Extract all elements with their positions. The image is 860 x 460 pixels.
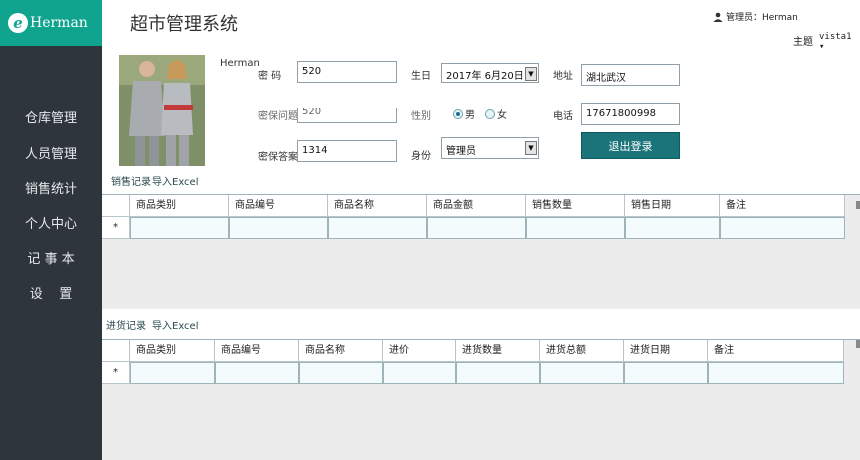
- purchase-col-price[interactable]: 进价: [383, 340, 456, 362]
- chevron-down-icon: ▾: [819, 42, 825, 52]
- theme-value: vista1: [819, 32, 852, 42]
- table-cell[interactable]: [229, 217, 328, 239]
- scroll-up-icon[interactable]: [856, 340, 860, 348]
- sales-grid: 商品类别 商品编号 商品名称 商品金额 销售数量 销售日期 备注 *: [102, 194, 860, 309]
- gender-female-radio[interactable]: 女: [485, 106, 507, 121]
- page-title: 超市管理系统: [130, 14, 238, 35]
- redaction-mask: [234, 88, 572, 108]
- gender-male-label: 男: [465, 110, 475, 121]
- sidebar-item-warehouse[interactable]: 仓库管理: [0, 104, 102, 134]
- password-label: 密 码: [258, 71, 282, 82]
- birthday-value: 2017年 6月20日: [446, 71, 524, 82]
- purchase-export-excel-link[interactable]: 导入Excel: [152, 317, 199, 332]
- logo-text: Herman: [30, 15, 88, 31]
- role-value: 管理员: [446, 146, 476, 157]
- table-cell[interactable]: [526, 217, 625, 239]
- table-cell[interactable]: [215, 362, 299, 384]
- address-label: 地址: [553, 71, 573, 82]
- table-cell[interactable]: [624, 362, 708, 384]
- table-cell[interactable]: [625, 217, 720, 239]
- radio-unchecked-icon: [485, 108, 495, 119]
- purchase-col-name[interactable]: 商品名称: [299, 340, 383, 362]
- table-cell[interactable]: [708, 362, 844, 384]
- table-cell[interactable]: [720, 217, 845, 239]
- app-window: e Herman 仓库管理 人员管理 销售统计 个人中心 记 事 本 设 置 超…: [0, 0, 860, 460]
- security-question-label: 密保问题: [258, 111, 298, 122]
- profile-name: Herman: [220, 58, 260, 69]
- scroll-up-icon[interactable]: [856, 201, 860, 209]
- logo-e-icon: e: [8, 13, 28, 33]
- gender-female-label: 女: [497, 110, 507, 121]
- profile-photo-image: [119, 55, 205, 166]
- row-header-corner: [102, 195, 130, 217]
- password-field[interactable]: 520: [297, 61, 397, 83]
- purchase-col-quantity[interactable]: 进货数量: [456, 340, 540, 362]
- table-cell[interactable]: [540, 362, 624, 384]
- table-cell[interactable]: [130, 362, 215, 384]
- role-select[interactable]: 管理员 ▼: [441, 137, 539, 159]
- theme-selector[interactable]: vista1 ▾: [819, 32, 860, 52]
- new-row-marker: *: [102, 217, 130, 239]
- purchase-col-category[interactable]: 商品类别: [130, 340, 215, 362]
- table-cell[interactable]: [328, 217, 427, 239]
- sidebar-item-settings[interactable]: 设 置: [0, 280, 102, 310]
- purchase-col-code[interactable]: 商品编号: [215, 340, 299, 362]
- table-cell[interactable]: [383, 362, 456, 384]
- user-info: 管理员：Herman: [713, 10, 798, 23]
- sidebar-item-staff[interactable]: 人员管理: [0, 140, 102, 170]
- table-cell[interactable]: [299, 362, 383, 384]
- phone-label: 电话: [553, 111, 573, 122]
- sales-export-excel-link[interactable]: 导入Excel: [152, 173, 199, 188]
- sales-grid-header: 商品类别 商品编号 商品名称 商品金额 销售数量 销售日期 备注: [102, 195, 845, 217]
- sales-new-row[interactable]: *: [102, 217, 845, 239]
- table-cell[interactable]: [427, 217, 526, 239]
- profile-photo: [119, 55, 205, 166]
- gender-radio-group: 男 女: [453, 106, 507, 121]
- sales-col-code[interactable]: 商品编号: [229, 195, 328, 217]
- sales-col-remark[interactable]: 备注: [720, 195, 845, 217]
- sidebar: 仓库管理 人员管理 销售统计 个人中心 记 事 本 设 置: [0, 46, 102, 460]
- purchase-new-row[interactable]: *: [102, 362, 844, 384]
- birthday-label: 生日: [411, 71, 431, 82]
- sales-record-link[interactable]: 销售记录: [111, 173, 151, 188]
- address-field[interactable]: 湖北武汉: [581, 64, 680, 86]
- purchase-col-remark[interactable]: 备注: [708, 340, 844, 362]
- theme-label: 主题: [793, 37, 813, 48]
- sales-col-date[interactable]: 销售日期: [625, 195, 720, 217]
- radio-checked-icon: [453, 108, 463, 119]
- purchase-record-link[interactable]: 进货记录: [106, 317, 146, 332]
- gender-male-radio[interactable]: 男: [453, 106, 475, 121]
- user-label: 管理员：Herman: [726, 13, 798, 23]
- birthday-picker[interactable]: 2017年 6月20日 ▼: [441, 63, 539, 83]
- table-cell[interactable]: [456, 362, 540, 384]
- security-answer-label: 密保答案: [258, 152, 298, 163]
- sidebar-item-personal-center[interactable]: 个人中心: [0, 210, 102, 240]
- sidebar-item-sales-stats[interactable]: 销售统计: [0, 175, 102, 205]
- purchase-col-date[interactable]: 进货日期: [624, 340, 708, 362]
- gender-label: 性别: [411, 111, 431, 122]
- purchase-grid-header: 商品类别 商品编号 商品名称 进价 进货数量 进货总额 进货日期 备注: [102, 340, 844, 362]
- calendar-dropdown-icon[interactable]: ▼: [525, 67, 537, 81]
- sales-col-quantity[interactable]: 销售数量: [526, 195, 625, 217]
- chevron-down-icon[interactable]: ▼: [525, 141, 537, 155]
- purchase-grid: 商品类别 商品编号 商品名称 进价 进货数量 进货总额 进货日期 备注 *: [102, 339, 860, 460]
- table-cell[interactable]: [130, 217, 229, 239]
- logout-button[interactable]: 退出登录: [581, 132, 680, 159]
- sales-col-amount[interactable]: 商品金额: [427, 195, 526, 217]
- app-logo: e Herman: [0, 0, 102, 46]
- user-icon: [713, 12, 723, 22]
- sales-col-category[interactable]: 商品类别: [130, 195, 229, 217]
- purchase-col-total[interactable]: 进货总额: [540, 340, 624, 362]
- role-label: 身份: [411, 151, 431, 162]
- new-row-marker: *: [102, 362, 130, 384]
- phone-field[interactable]: 17671800998: [581, 103, 680, 125]
- row-header-corner: [102, 340, 130, 362]
- sidebar-item-notepad[interactable]: 记 事 本: [0, 245, 102, 275]
- security-answer-field[interactable]: 1314: [297, 140, 397, 162]
- sales-col-name[interactable]: 商品名称: [328, 195, 427, 217]
